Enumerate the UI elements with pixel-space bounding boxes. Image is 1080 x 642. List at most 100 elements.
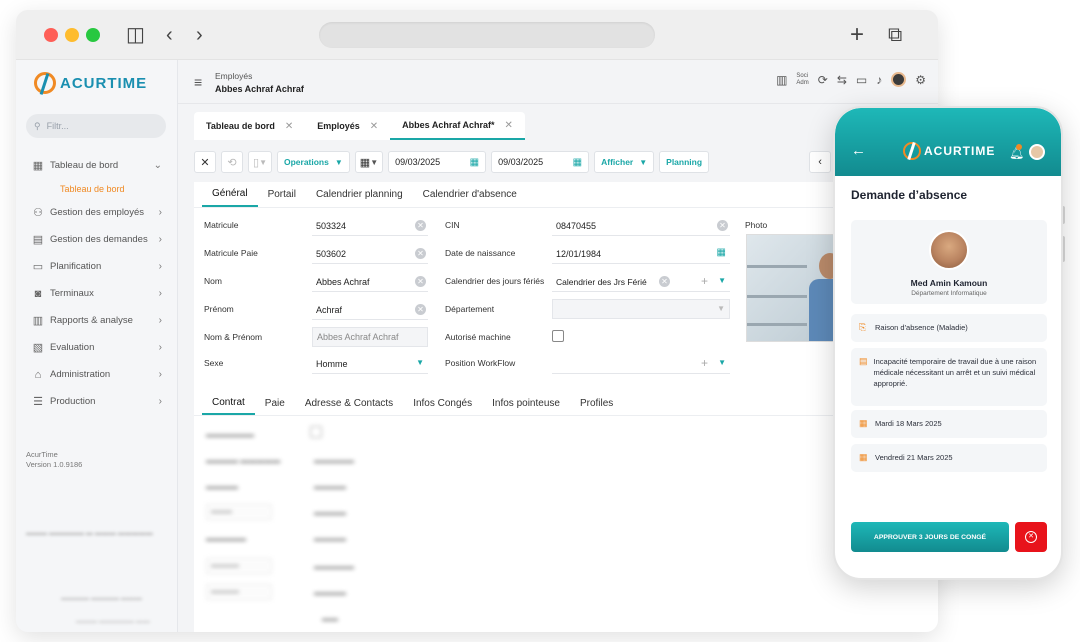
subtab-profiles[interactable]: Profiles	[570, 392, 623, 415]
calendar-dropdown[interactable]: ▦ ▼	[354, 151, 384, 173]
building-icon[interactable]: ▥	[776, 73, 787, 87]
clear-icon[interactable]: ✕	[415, 304, 426, 315]
date-from-field[interactable]: 09/03/2025 ▦	[388, 151, 487, 173]
date-to-field[interactable]: 09/03/2025 ▦	[491, 151, 590, 173]
society-selector[interactable]: Soci Adm	[796, 73, 808, 87]
phone-user-avatar[interactable]	[1029, 144, 1045, 160]
monitor-icon[interactable]: ▭	[856, 73, 867, 87]
clear-icon[interactable]: ✕	[659, 276, 670, 287]
subtab-paie[interactable]: Paie	[255, 392, 295, 415]
plus-icon[interactable]: +	[701, 274, 708, 288]
clear-icon[interactable]: ✕	[415, 220, 426, 231]
close-icon[interactable]: ✕	[285, 121, 293, 132]
menu-icon[interactable]: ≡	[194, 74, 202, 90]
employee-card: Med Amin Kamoun Département Informatique	[851, 220, 1047, 304]
sidebar-subitem-tableau-de-bord[interactable]: Tableau de bord	[32, 179, 162, 199]
prenom-field[interactable]: Achraf ✕	[312, 300, 428, 320]
subtab-general[interactable]: Général	[202, 182, 258, 207]
close-record-button[interactable]: ✕	[194, 151, 216, 173]
sidebar-item-gestion-employes[interactable]: ⚇ Gestion des employés ›	[32, 199, 162, 226]
filter-input[interactable]: ⚲ Filtr...	[26, 114, 166, 138]
tab-employee-detail[interactable]: Abbes Achraf Achraf* ✕	[390, 112, 525, 140]
sexe-select[interactable]: Homme ▼	[312, 354, 428, 374]
calendar-icon[interactable]: ▦	[470, 157, 479, 168]
sync-button[interactable]: ⟲	[221, 151, 243, 173]
subtab-infos-pointeuse[interactable]: Infos pointeuse	[482, 392, 570, 415]
contract-subtabs: Contrat Paie Adresse & Contacts Infos Co…	[194, 392, 938, 416]
prenom-label: Prénom	[204, 304, 234, 314]
plus-icon[interactable]: +	[701, 356, 708, 370]
approve-leave-button[interactable]: APPROUVER 3 JOURS DE CONGÉ	[851, 522, 1009, 552]
clear-icon[interactable]: ✕	[717, 220, 728, 231]
nom-prenom-label: Nom & Prénom	[204, 332, 263, 342]
naissance-field[interactable]: 12/01/1984 ▦	[552, 244, 730, 264]
subtab-calendrier-absence[interactable]: Calendrier d'absence	[413, 182, 527, 207]
clear-icon[interactable]: ✕	[415, 276, 426, 287]
reject-button[interactable]: ✕	[1015, 522, 1047, 552]
sidebar-nav: ▦ Tableau de bord ⌄ Tableau de bord ⚇ Ge…	[32, 152, 162, 415]
close-window-button[interactable]	[44, 28, 58, 42]
sidebar-toggle-icon[interactable]: ◫	[126, 23, 145, 47]
page-tabs: Tableau de bord ✕ Employés ✕ Abbes Achraf …	[194, 112, 525, 140]
user-avatar[interactable]	[891, 72, 907, 87]
gear-icon[interactable]: ⚙	[915, 73, 926, 87]
mobile-phone: ← ACURTIME 🔔︎ Demande d’absence Med Amin…	[833, 106, 1063, 580]
calendar-icon[interactable]: ▦	[573, 157, 582, 168]
subtab-adresse-contacts[interactable]: Adresse & Contacts	[295, 392, 403, 415]
operations-dropdown[interactable]: Operations ▼	[276, 151, 350, 173]
prev-record-button[interactable]: ‹	[809, 151, 832, 173]
position-workflow-field[interactable]: + ▼	[552, 354, 730, 374]
back-icon[interactable]: ‹	[166, 23, 173, 47]
sidebar-item-planification[interactable]: ▭ Planification ›	[32, 253, 162, 280]
sidebar-item-evaluation[interactable]: ▧ Evaluation ›	[32, 334, 162, 361]
close-icon[interactable]: ✕	[505, 120, 513, 131]
sidebar-item-gestion-demandes[interactable]: ▤ Gestion des demandes ›	[32, 226, 162, 253]
calendrier-feries-field[interactable]: Calendrier des Jrs Férié ✕ + ▼	[552, 272, 730, 292]
refresh-icon[interactable]: ⟳	[818, 73, 828, 87]
subtab-calendrier-planning[interactable]: Calendrier planning	[306, 182, 413, 207]
chevron-right-icon: ›	[158, 234, 162, 245]
filter-placeholder: Filtr...	[46, 121, 69, 131]
minimize-window-button[interactable]	[65, 28, 79, 42]
chevron-down-icon: ▼	[718, 276, 726, 285]
delete-button[interactable]: ▯ ▼	[248, 151, 272, 173]
tab-employes[interactable]: Employés ✕	[305, 112, 390, 140]
sidebar-item-administration[interactable]: ⌂ Administration ›	[32, 361, 162, 388]
tabs-overview-icon[interactable]: ⧉	[888, 23, 902, 47]
maximize-window-button[interactable]	[86, 28, 100, 42]
url-bar[interactable]	[319, 22, 655, 48]
app-logo[interactable]: ACURTIME	[34, 72, 147, 94]
chevron-right-icon: ›	[158, 288, 162, 299]
logo-text: ACURTIME	[60, 74, 148, 92]
chevron-down-icon: ▼	[416, 358, 424, 367]
clear-icon[interactable]: ✕	[415, 248, 426, 259]
nom-field[interactable]: Abbes Achraf ✕	[312, 272, 428, 292]
matricule-paie-field[interactable]: 503602 ✕	[312, 244, 428, 264]
notification-badge	[1016, 144, 1022, 150]
new-tab-icon[interactable]: +	[850, 23, 864, 47]
employee-avatar	[929, 230, 969, 270]
sidebar-item-tableau-de-bord[interactable]: ▦ Tableau de bord ⌄	[32, 152, 162, 179]
sidebar-item-production[interactable]: ☰ Production ›	[32, 388, 162, 415]
subtab-contrat[interactable]: Contrat	[202, 392, 255, 415]
autorise-machine-checkbox[interactable]	[552, 330, 564, 342]
matricule-field[interactable]: 503324 ✕	[312, 216, 428, 236]
departement-select[interactable]: ▼	[552, 299, 730, 319]
breadcrumb-parent[interactable]: Employés	[215, 71, 252, 81]
subtab-portail[interactable]: Portail	[258, 182, 306, 207]
afficher-dropdown[interactable]: Afficher ▼	[594, 151, 655, 173]
calendar-icon[interactable]: ▦	[717, 247, 726, 258]
logo-mark-icon	[34, 72, 56, 94]
cin-field[interactable]: 08470455 ✕	[552, 216, 730, 236]
transfer-icon[interactable]: ⇆	[837, 73, 847, 87]
forward-icon[interactable]: ›	[196, 23, 203, 47]
close-icon[interactable]: ✕	[370, 121, 378, 132]
arrow-left-icon[interactable]: ←	[851, 142, 866, 159]
planning-button[interactable]: Planning	[659, 151, 710, 173]
sidebar-item-terminaux[interactable]: ◙ Terminaux ›	[32, 280, 162, 307]
tab-tableau-de-bord[interactable]: Tableau de bord ✕	[194, 112, 305, 140]
subtab-infos-conges[interactable]: Infos Congés	[403, 392, 482, 415]
bell-icon[interactable]: ♪	[876, 73, 882, 87]
chevron-right-icon: ›	[158, 315, 162, 326]
sidebar-item-rapports[interactable]: ▥ Rapports & analyse ›	[32, 307, 162, 334]
